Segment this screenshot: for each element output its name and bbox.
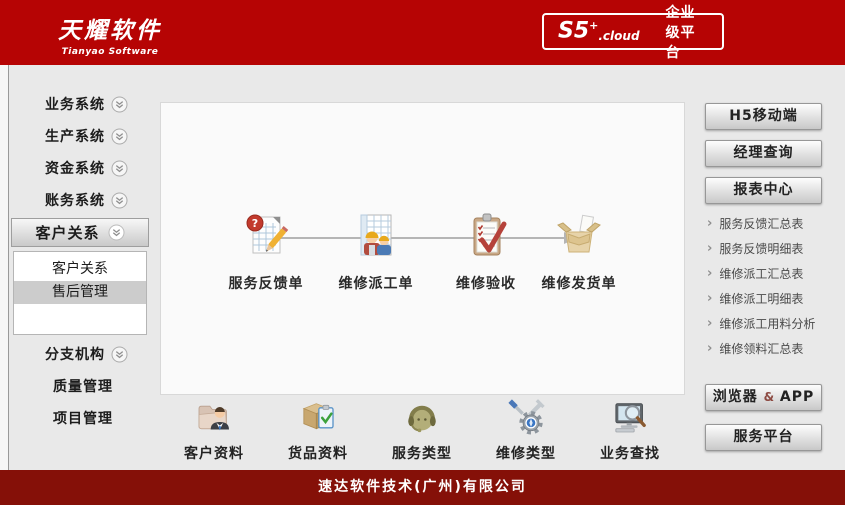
sidebar-item-accounting-system[interactable]: 账务系统 (0, 185, 160, 215)
service-headset-icon (401, 397, 443, 437)
repair-tools-icon (505, 397, 547, 437)
report-link-label: 维修派工汇总表 (719, 265, 803, 282)
workflow-step-repair-acceptance[interactable]: 维修验收 (440, 211, 532, 293)
app-logo: 天耀软件 Tianyao Software (58, 11, 162, 57)
cloud-label: .cloud (598, 29, 639, 43)
logo-subtitle: Tianyao Software (58, 47, 162, 57)
sidebar-item-label: 质量管理 (53, 376, 113, 396)
service-platform-button[interactable]: 服务平台 (705, 424, 822, 451)
chevron-down-circle-icon (111, 192, 128, 209)
report-link-label: 服务反馈汇总表 (719, 215, 803, 232)
chevron-right-icon: › (707, 342, 712, 355)
manager-query-button[interactable]: 经理查询 (705, 140, 822, 167)
submenu-item-after-sales[interactable]: 售后管理 (14, 281, 146, 304)
report-center-button[interactable]: 报表中心 (705, 177, 822, 204)
sidebar-item-label: 分支机构 (45, 344, 105, 364)
quick-action-business-search[interactable]: 业务查找 (584, 397, 676, 461)
left-sidebar: 业务系统 生产系统 资金系统 账务系统 客户关系 (0, 65, 160, 470)
workflow-step-label: 服务反馈单 (220, 273, 312, 293)
quick-action-label: 维修类型 (480, 443, 572, 463)
app-window: 天耀软件 Tianyao Software S5+ .cloud 企业级平台 业… (0, 0, 845, 505)
sidebar-item-label: 业务系统 (45, 94, 105, 114)
report-link-label: 维修领料汇总表 (719, 340, 803, 357)
submenu-item-customer-relations[interactable]: 客户关系 (14, 258, 146, 281)
repair-delivery-box-icon (555, 211, 603, 259)
report-link-label: 服务反馈明细表 (719, 240, 803, 257)
report-link-list: › 服务反馈汇总表 › 服务反馈明细表 › 维修派工汇总表 › 维修派工明细表 … (707, 211, 827, 361)
report-link-material-requisition-summary[interactable]: › 维修领料汇总表 (707, 336, 827, 361)
sidebar-item-capital-system[interactable]: 资金系统 (0, 153, 160, 183)
business-search-icon (609, 397, 651, 437)
chevron-down-circle-icon (108, 224, 125, 241)
chevron-down-circle-icon (111, 128, 128, 145)
chevron-right-icon: › (707, 217, 712, 230)
report-link-dispatch-detail[interactable]: › 维修派工明细表 (707, 286, 827, 311)
workflow-step-service-feedback[interactable]: ? 服务反馈单 (220, 211, 312, 293)
workflow-panel: ? 服务反馈单 (160, 102, 685, 395)
service-feedback-form-icon: ? (242, 211, 290, 259)
app-label: APP (780, 389, 814, 405)
sidebar-item-label: 项目管理 (53, 408, 113, 428)
workflow-step-label: 维修发货单 (533, 273, 625, 293)
quick-action-label: 客户资料 (168, 443, 260, 463)
app-header: 天耀软件 Tianyao Software S5+ .cloud 企业级平台 (0, 0, 845, 65)
right-panel: H5移动端 经理查询 报表中心 › 服务反馈汇总表 › 服务反馈明细表 › 维修… (705, 65, 827, 470)
logo-title: 天耀软件 (58, 11, 162, 45)
quick-action-customer-data[interactable]: 客户资料 (168, 397, 260, 461)
workflow-step-label: 维修验收 (440, 273, 532, 293)
quick-action-repair-type[interactable]: 维修类型 (480, 397, 572, 461)
repair-dispatch-form-icon (352, 211, 400, 259)
browser-app-button[interactable]: 浏览器 & APP (705, 384, 822, 411)
sidebar-item-quality-mgmt[interactable]: 质量管理 (0, 371, 160, 401)
platform-label: 企业级平台 (666, 2, 708, 62)
svg-text:?: ? (252, 217, 258, 230)
customer-folder-icon (193, 397, 235, 437)
sidebar-item-business-system[interactable]: 业务系统 (0, 89, 160, 119)
s5-cloud-badge: S5+ .cloud 企业级平台 (542, 13, 724, 50)
report-link-dispatch-summary[interactable]: › 维修派工汇总表 (707, 261, 827, 286)
sidebar-item-label: 生产系统 (45, 126, 105, 146)
workflow-step-repair-delivery[interactable]: 维修发货单 (533, 211, 625, 293)
chevron-down-circle-icon (111, 346, 128, 363)
sidebar-item-production-system[interactable]: 生产系统 (0, 121, 160, 151)
quick-action-label: 货品资料 (272, 443, 364, 463)
report-link-dispatch-material-analysis[interactable]: › 维修派工用料分析 (707, 311, 827, 336)
chevron-right-icon: › (707, 292, 712, 305)
quick-action-label: 服务类型 (376, 443, 468, 463)
sidebar-item-branch-org[interactable]: 分支机构 (0, 339, 160, 369)
sidebar-group-label: 客户关系 (35, 222, 99, 243)
s5-label: S5+ (558, 20, 598, 42)
sidebar-item-label: 资金系统 (45, 158, 105, 178)
workflow-step-repair-dispatch[interactable]: 维修派工单 (330, 211, 422, 293)
h5-mobile-button[interactable]: H5移动端 (705, 103, 822, 130)
quick-action-label: 业务查找 (584, 443, 676, 463)
chevron-right-icon: › (707, 267, 712, 280)
report-link-service-feedback-summary[interactable]: › 服务反馈汇总表 (707, 211, 827, 236)
chevron-right-icon: › (707, 317, 712, 330)
report-link-label: 维修派工明细表 (719, 290, 803, 307)
company-name: 速达软件技术(广州)有限公司 (318, 479, 527, 495)
report-link-service-feedback-detail[interactable]: › 服务反馈明细表 (707, 236, 827, 261)
report-link-label: 维修派工用料分析 (719, 315, 815, 332)
sidebar-group-customer-relations[interactable]: 客户关系 (11, 218, 149, 247)
quick-action-goods-data[interactable]: 货品资料 (272, 397, 364, 461)
chevron-right-icon: › (707, 242, 712, 255)
chevron-down-circle-icon (111, 96, 128, 113)
workflow-step-label: 维修派工单 (330, 273, 422, 293)
sidebar-item-project-mgmt[interactable]: 项目管理 (0, 403, 160, 433)
customer-relations-submenu: 客户关系 售后管理 (13, 251, 147, 335)
quick-action-service-type[interactable]: 服务类型 (376, 397, 468, 461)
quick-actions-row: 客户资料 货品资料 (168, 397, 676, 461)
goods-box-icon (297, 397, 339, 437)
chevron-down-circle-icon (111, 160, 128, 177)
repair-acceptance-clipboard-icon (462, 211, 510, 259)
sidebar-item-label: 账务系统 (45, 190, 105, 210)
footer-bar: 速达软件技术(广州)有限公司 (0, 470, 845, 505)
browser-label: 浏览器 (713, 389, 758, 405)
ampersand: & (764, 390, 774, 404)
